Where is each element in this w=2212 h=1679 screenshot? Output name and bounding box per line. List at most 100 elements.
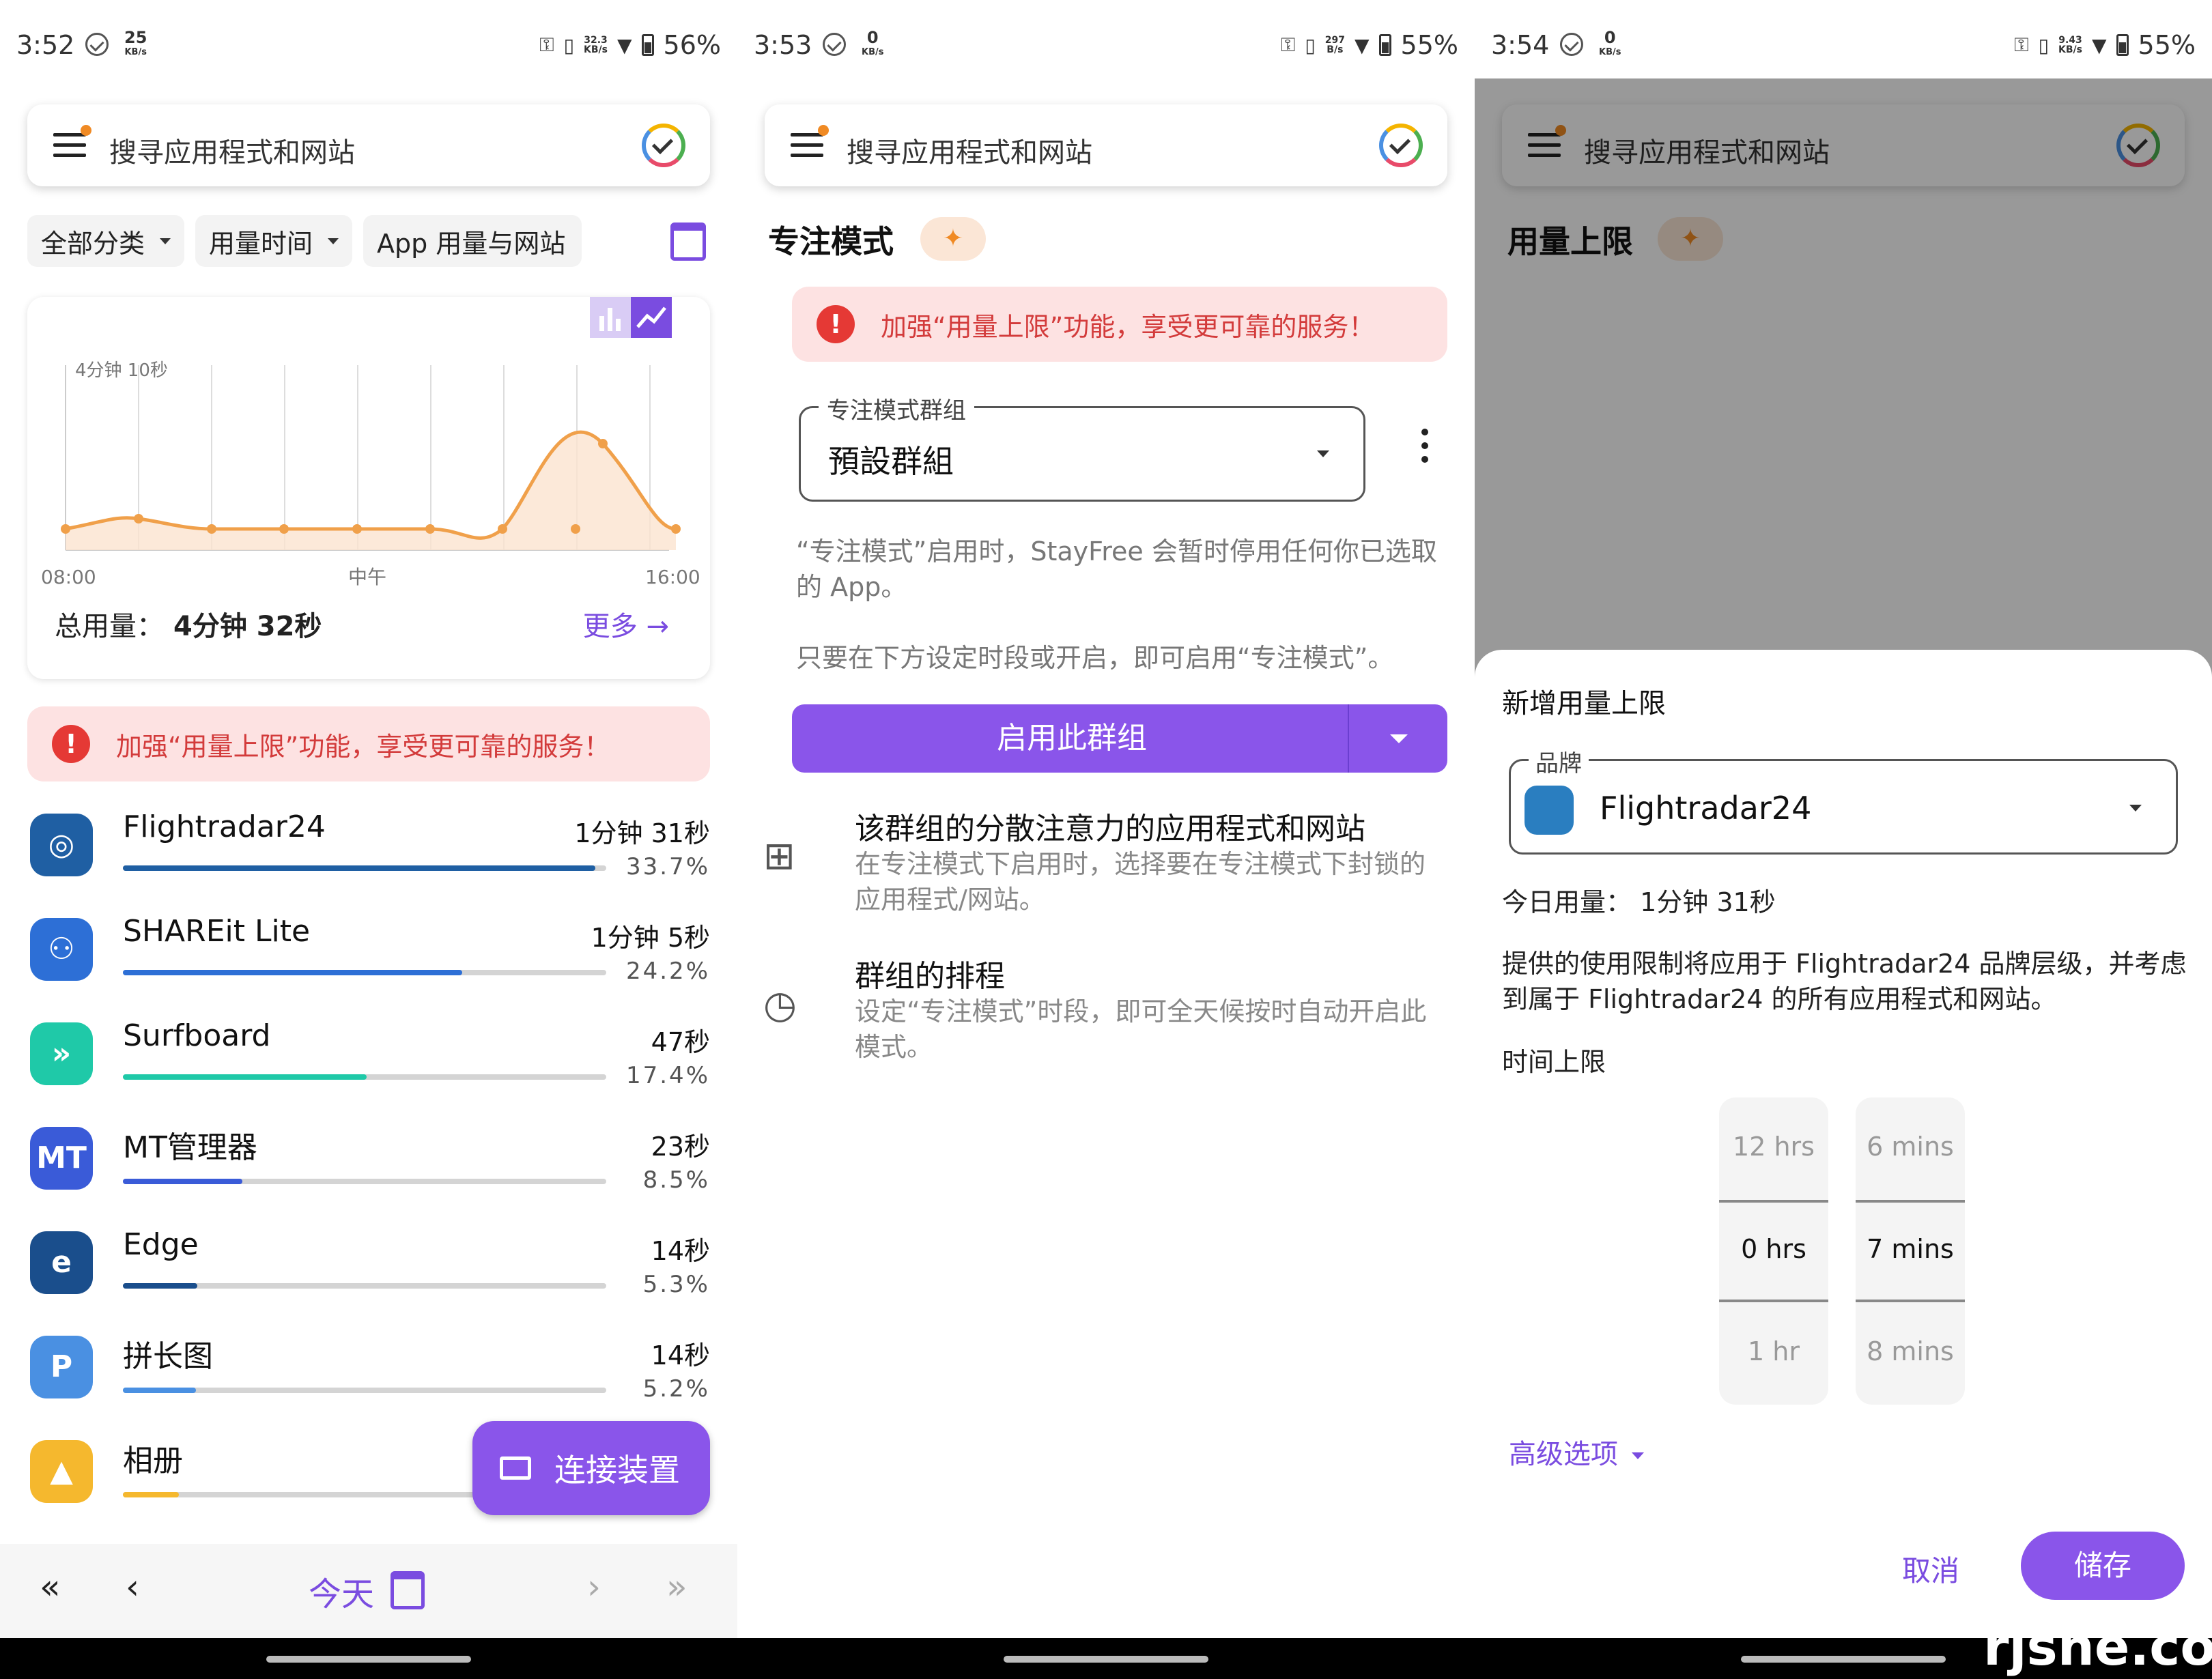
vibrate-icon: ▯	[1305, 33, 1316, 57]
app-duration: 23秒	[651, 1132, 710, 1162]
minutes-picker[interactable]: 6 mins 7 mins 8 mins	[1856, 1097, 1965, 1405]
advanced-options[interactable]: 高级选项	[1509, 1432, 1644, 1472]
usage-bar-track	[123, 1388, 606, 1393]
battery-icon	[2116, 34, 2129, 56]
today-label[interactable]: 今天	[309, 1567, 374, 1615]
flightradar24-icon: ◎	[30, 814, 93, 876]
today-calendar-icon[interactable]	[391, 1571, 425, 1609]
vpn-key-icon: ⚿	[2014, 33, 2029, 56]
minutes-selected[interactable]: 7 mins	[1856, 1234, 1965, 1264]
add-limit-sheet: 新增用量上限 品牌 Flightradar24 今日用量： 1分钟 31秒 提供…	[1475, 650, 2212, 1638]
usage-bar-track	[123, 865, 606, 871]
distracting-apps-title[interactable]: 该群组的分散注意力的应用程式和网站	[855, 804, 1365, 848]
app-percent: 8.5%	[642, 1166, 710, 1194]
x-label-end: 16:00	[645, 566, 700, 588]
scope-filter[interactable]: App 用量与网站	[363, 215, 582, 267]
gallery-icon: ▲	[30, 1440, 93, 1503]
usage-bar-track	[123, 1074, 606, 1080]
home-indicator[interactable]	[1741, 1656, 1946, 1663]
app-percent: 24.2%	[625, 958, 710, 985]
menu-icon[interactable]	[791, 125, 829, 158]
wifi-icon: ▼	[1354, 33, 1370, 57]
search-placeholder: 搜寻应用程式和网站	[109, 137, 355, 169]
usage-screen: 3:52 25 KB/s ⚿ ▯ 32.3 KB/s ▼ 56% 搜寻应用程式和网站…	[0, 0, 737, 1638]
chart-point	[134, 514, 143, 523]
magic-wand-icon[interactable]: ✦	[920, 217, 986, 261]
calendar-icon[interactable]	[670, 223, 706, 261]
more-link[interactable]: 更多 →	[583, 604, 669, 644]
focus-group-label: 专注模式群组	[819, 392, 974, 425]
app-name: Edge	[123, 1227, 199, 1262]
hours-option-above[interactable]: 12 hrs	[1719, 1132, 1828, 1162]
first-page-icon[interactable]: «	[40, 1567, 61, 1607]
check-circle-icon	[823, 33, 846, 56]
pinchangtu-icon: P	[30, 1336, 93, 1398]
app-usage-row[interactable]: ⚇ SHAREit Lite 1分钟 5秒 24.2%	[0, 903, 737, 1007]
brand-label: 品牌	[1529, 745, 1589, 778]
search-bar[interactable]: 搜寻应用程式和网站	[27, 104, 710, 186]
search-bar[interactable]: 搜寻应用程式和网站	[765, 104, 1447, 186]
usage-bar-fill	[123, 1492, 180, 1497]
menu-icon[interactable]	[53, 125, 91, 158]
category-filter[interactable]: 全部分类	[27, 215, 185, 267]
focus-group-select[interactable]: 专注模式群组 預設群組	[799, 392, 1365, 502]
schedule-title[interactable]: 群组的排程	[855, 951, 1005, 995]
devices-icon	[500, 1456, 531, 1480]
app-usage-row[interactable]: MT MT管理器 23秒 8.5%	[0, 1112, 737, 1216]
enable-options-dropdown[interactable]	[1348, 704, 1447, 773]
surfboard-icon: »	[30, 1022, 93, 1085]
app-usage-row[interactable]: e Edge 14秒 5.3%	[0, 1216, 737, 1321]
app-usage-row[interactable]: P 拼长图 14秒 5.2%	[0, 1321, 737, 1425]
hours-picker[interactable]: 12 hrs 0 hrs 1 hr	[1719, 1097, 1828, 1405]
cancel-button[interactable]: 取消	[1902, 1548, 1959, 1590]
app-name: 拼长图	[123, 1339, 213, 1374]
check-circle-icon	[85, 33, 109, 56]
brand-info: 提供的使用限制将应用于 Flightradar24 品牌层级，并考虑到属于 Fl…	[1502, 949, 2187, 1014]
upgrade-banner[interactable]: ! 加强“用量上限”功能，享受更可靠的服务！	[792, 287, 1447, 362]
alert-icon: !	[817, 305, 855, 343]
battery-percent: 56%	[663, 30, 721, 60]
save-button[interactable]: 储存	[2021, 1532, 2185, 1600]
status-time: 3:53	[754, 30, 812, 60]
usage-bar-fill	[123, 970, 462, 975]
previous-icon[interactable]: ‹	[126, 1567, 139, 1607]
home-indicator[interactable]	[1004, 1656, 1208, 1663]
app-usage-row[interactable]: ◎ Flightradar24 1分钟 31秒 33.7%	[0, 799, 737, 903]
hours-option-below[interactable]: 1 hr	[1719, 1336, 1828, 1366]
caret-down-icon	[1317, 450, 1329, 457]
usage-line-chart: 4分钟 10秒 08:00 中午 16:00	[41, 360, 700, 588]
x-label-noon: 中午	[348, 566, 386, 588]
distracting-apps-desc: 在专注模式下启用时，选择要在专注模式下封锁的应用程式/网站。	[855, 849, 1426, 915]
network-speed: 0 KB/s	[1599, 28, 1621, 57]
more-options-icon[interactable]	[1421, 429, 1428, 470]
minutes-option-above[interactable]: 6 mins	[1856, 1132, 1965, 1162]
last-page-icon[interactable]: »	[666, 1567, 687, 1607]
app-name: Surfboard	[123, 1018, 271, 1053]
usage-limit-screen: 3:54 0 KB/s ⚿ ▯ 9.43 KB/s ▼ 55% 搜寻应用程式和网站 …	[1475, 0, 2212, 1638]
status-time: 3:52	[16, 30, 75, 60]
net-rate: 9.43 KB/s	[2058, 35, 2082, 55]
edge-icon: e	[30, 1231, 93, 1294]
minutes-option-below[interactable]: 8 mins	[1856, 1336, 1965, 1366]
home-indicator[interactable]	[266, 1656, 471, 1663]
caret-down-icon	[2129, 805, 2142, 812]
chart-point	[352, 524, 362, 534]
vpn-key-icon: ⚿	[1281, 33, 1296, 56]
filter-bar: 全部分类 用量时间 App 用量与网站	[27, 215, 582, 267]
app-name: MT管理器	[123, 1130, 257, 1165]
hours-selected[interactable]: 0 hrs	[1719, 1234, 1828, 1264]
connect-device-button[interactable]: 连接装置	[472, 1421, 710, 1515]
brand-select[interactable]: 品牌 Flightradar24	[1509, 745, 2178, 855]
sheet-title: 新增用量上限	[1502, 688, 1666, 719]
stayfree-logo-icon[interactable]	[1379, 124, 1423, 167]
next-icon[interactable]: ›	[587, 1567, 601, 1607]
metric-filter[interactable]: 用量时间	[195, 215, 353, 267]
focus-hint: 只要在下方设定时段或开启，即可启用“专注模式”。	[796, 643, 1394, 673]
check-circle-icon	[1560, 33, 1583, 56]
upgrade-banner[interactable]: ! 加强“用量上限”功能，享受更可靠的服务！	[27, 706, 710, 781]
stayfree-logo-icon[interactable]	[642, 124, 685, 167]
app-usage-row[interactable]: » Surfboard 47秒 17.4%	[0, 1007, 737, 1112]
usage-bar-fill	[123, 1388, 196, 1393]
enable-group-button[interactable]: 启用此群组	[792, 704, 1447, 773]
alert-icon: !	[52, 725, 90, 763]
